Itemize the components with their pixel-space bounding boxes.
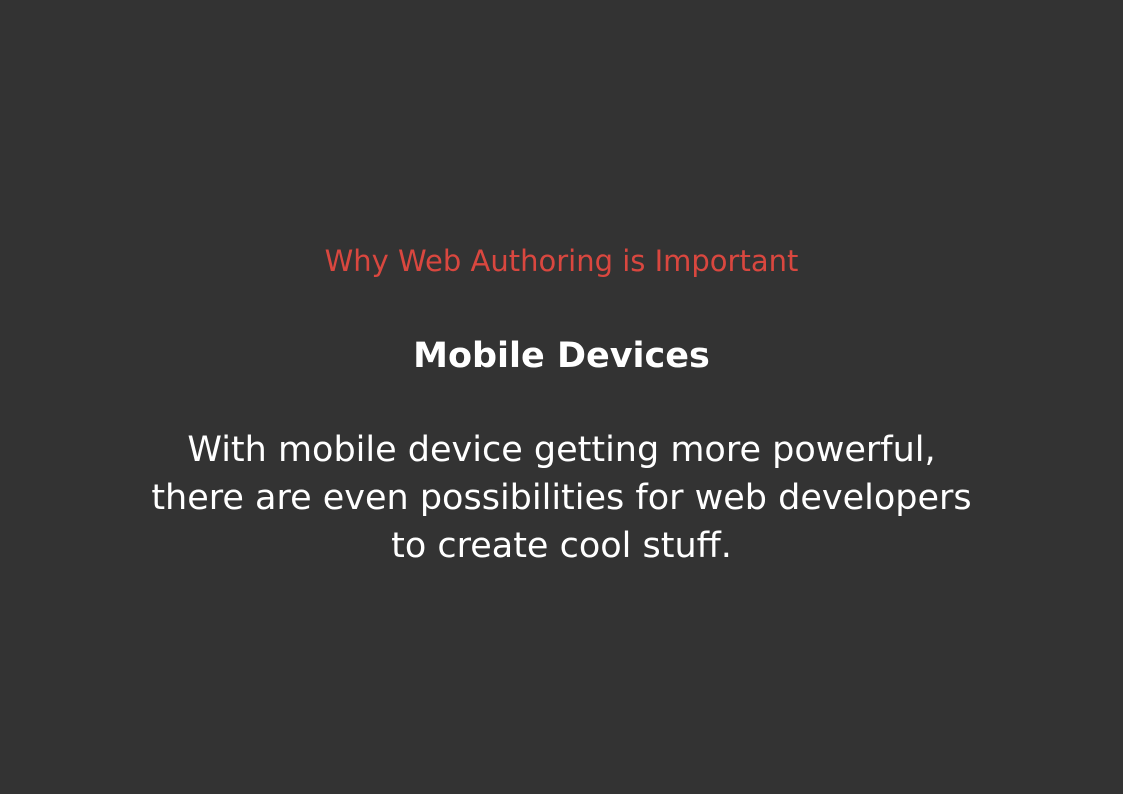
body-line: there are even possibilities for web dev… [151, 478, 972, 518]
body-line: With mobile device getting more powerful… [187, 430, 936, 470]
slide-heading: Mobile Devices [413, 336, 710, 376]
slide-kicker: Why Web Authoring is Important [324, 244, 799, 278]
presentation-slide: Why Web Authoring is Important Mobile De… [0, 0, 1123, 794]
body-line: to create cool stuff. [391, 526, 732, 566]
slide-body: With mobile device getting more powerful… [40, 426, 1083, 570]
